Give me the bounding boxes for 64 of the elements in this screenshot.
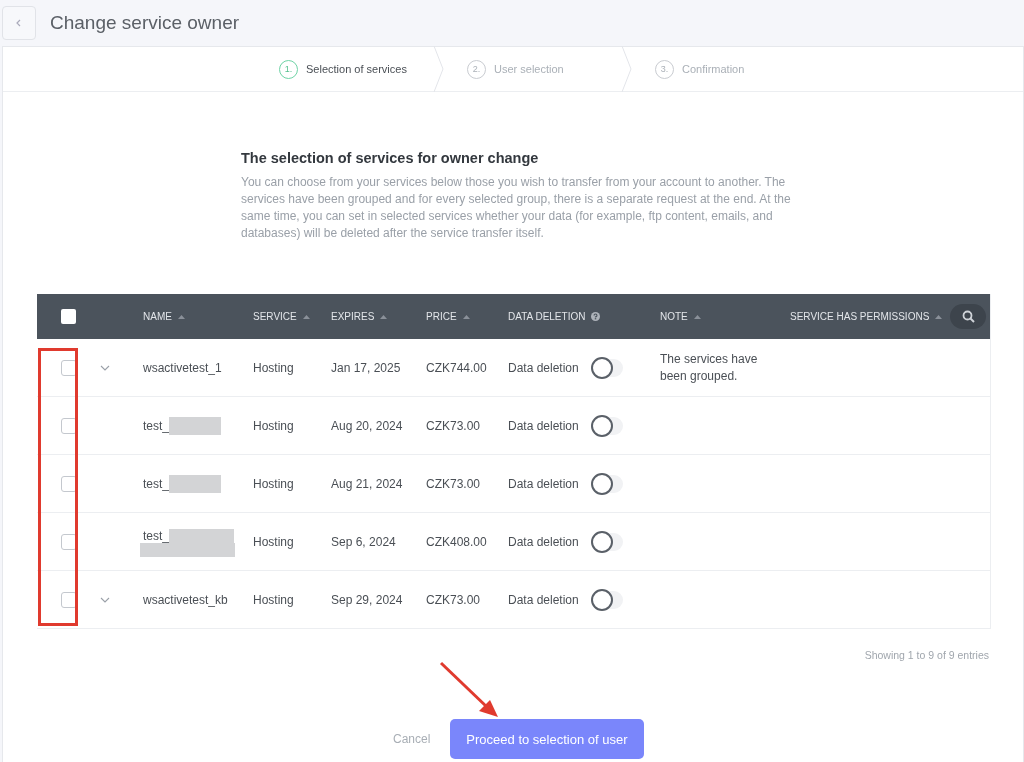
row-checkbox[interactable] — [60, 359, 77, 376]
toggle-label: Data deletion — [508, 360, 579, 375]
sort-icon — [380, 314, 388, 319]
column-header[interactable]: DATA DELETION — [508, 311, 586, 322]
wizard-step[interactable]: 1. Selection of services — [279, 47, 467, 91]
service-name: test_ — [143, 529, 169, 543]
sort-icon — [693, 314, 701, 319]
search-icon — [961, 310, 975, 323]
service-name: wsactivetest_kb — [143, 592, 228, 607]
column-header[interactable]: NAME — [143, 311, 172, 322]
table-cell: CZK73.00 — [426, 592, 481, 607]
service-name: wsactivetest_1 — [143, 360, 222, 375]
table-cell: CZK744.00 — [426, 360, 487, 375]
toggle-switch[interactable] — [592, 590, 623, 609]
table-cell: Hosting — [253, 476, 294, 491]
select-all-checkbox[interactable] — [61, 309, 76, 324]
row-checkbox[interactable] — [60, 417, 77, 434]
column-header[interactable]: EXPIRES — [331, 311, 375, 322]
table-cell: Hosting — [253, 418, 294, 433]
section-heading: The selection of services for owner change — [241, 150, 540, 166]
table-cell: CZK73.00 — [426, 418, 481, 433]
row-checkbox[interactable] — [60, 533, 77, 550]
column-header[interactable]: NOTE — [660, 311, 688, 322]
redaction-block — [169, 474, 221, 493]
table-cell: Sep 6, 2024 — [331, 534, 396, 549]
toggle-label: Data deletion — [508, 534, 579, 549]
column-header[interactable]: SERVICE — [253, 311, 297, 322]
table-cell: Jan 17, 2025 — [331, 360, 401, 375]
chevron-left-icon — [15, 18, 23, 28]
note-text: The services have been grouped. — [660, 350, 759, 385]
chevron-down-icon[interactable] — [100, 596, 110, 603]
table-cell: Sep 29, 2024 — [331, 592, 403, 607]
toggle-label: Data deletion — [508, 476, 579, 491]
sort-icon — [462, 314, 470, 319]
chevron-down-icon[interactable] — [100, 364, 110, 371]
row-checkbox[interactable] — [60, 591, 77, 608]
page-title: Change service owner — [50, 12, 240, 34]
table-cell: Hosting — [253, 534, 294, 549]
annotation-arrow — [439, 661, 498, 717]
table-cell: CZK408.00 — [426, 534, 487, 549]
table-cell: CZK73.00 — [426, 476, 481, 491]
toggle-label: Data deletion — [508, 418, 579, 433]
toggle-switch[interactable] — [592, 474, 623, 493]
row-checkbox[interactable] — [60, 475, 77, 492]
redaction-block — [169, 416, 221, 435]
search-button[interactable] — [950, 304, 986, 329]
section-description: You can choose from your services below those you wish to transfer from your account to another. The services have been grouped and for every selected group, there is a separate request at the end. At the same time, you can set in selected services whether your data (for example, ftp content, emails, and databases) will be deleted after the service transfer itself. — [241, 174, 792, 242]
sort-icon — [935, 314, 943, 319]
toggle-switch[interactable] — [592, 416, 623, 435]
table-cell: Aug 21, 2024 — [331, 476, 403, 491]
table-cell: Hosting — [253, 592, 294, 607]
entries-info: Showing 1 to 9 of 9 entries — [864, 649, 989, 661]
help-icon — [591, 312, 601, 321]
column-header[interactable]: SERVICE HAS PERMISSIONS — [790, 311, 930, 322]
sort-icon — [177, 314, 185, 319]
table-cell: Hosting — [253, 360, 294, 375]
sort-icon — [302, 314, 310, 319]
toggle-label: Data deletion — [508, 592, 579, 607]
service-name: test_ — [143, 418, 169, 433]
service-name: test_ — [143, 476, 169, 491]
table-cell: Aug 20, 2024 — [331, 418, 403, 433]
toggle-switch[interactable] — [592, 532, 623, 551]
column-header[interactable]: PRICE — [426, 311, 457, 322]
toggle-switch[interactable] — [592, 358, 623, 377]
